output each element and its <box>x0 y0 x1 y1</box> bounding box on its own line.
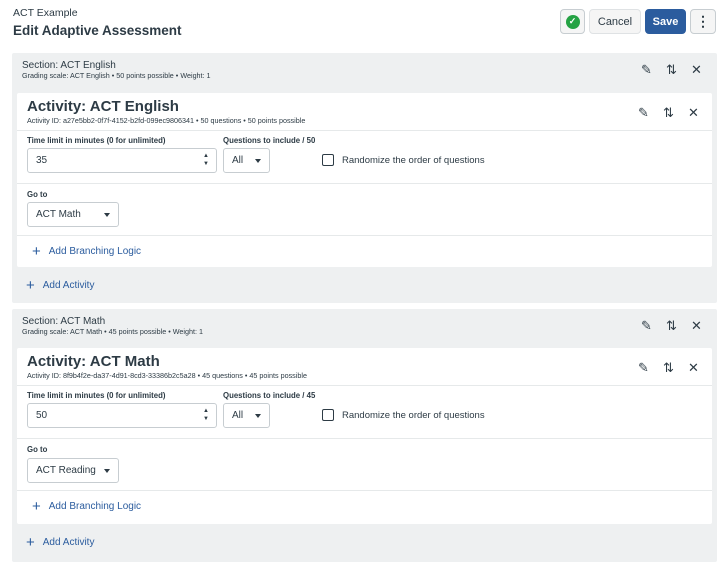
goto-row: Go to ACT Math <box>17 183 712 235</box>
add-branching-logic-button[interactable]: + Add Branching Logic <box>32 497 142 515</box>
add-branching-label: Add Branching Logic <box>48 246 142 257</box>
close-icon[interactable]: ✕ <box>681 105 706 121</box>
time-limit-value: 35 <box>36 155 48 166</box>
check-circle-icon: ✓ <box>565 14 580 29</box>
section-act-math: Section: ACT Math Grading scale: ACT Mat… <box>12 309 717 562</box>
questions-value: All <box>232 410 244 421</box>
goto-label: Go to <box>27 190 48 199</box>
stepper-icon[interactable]: ▲ ▼ <box>203 152 209 168</box>
section-act-english: Section: ACT English Grading scale: ACT … <box>12 53 717 303</box>
header-actions: ✓ Cancel Save ⋮ <box>560 9 716 34</box>
reorder-icon[interactable]: ⇅ <box>659 62 684 78</box>
time-limit-input[interactable]: 50 ▲ ▼ <box>27 403 217 428</box>
plus-icon: + <box>32 242 41 260</box>
more-options-button[interactable]: ⋮ <box>690 9 716 34</box>
pencil-icon[interactable]: ✎ <box>634 318 659 334</box>
activity-actions: ✎ ⇅ ✕ <box>631 360 706 376</box>
status-check-button[interactable]: ✓ <box>560 9 585 34</box>
page-title: Edit Adaptive Assessment <box>13 23 182 38</box>
goto-label: Go to <box>27 445 48 454</box>
branching-row: + Add Branching Logic <box>17 490 712 524</box>
goto-select[interactable]: ACT Reading <box>27 458 119 483</box>
activity-actions: ✎ ⇅ ✕ <box>631 105 706 121</box>
questions-select[interactable]: All <box>223 403 270 428</box>
close-icon[interactable]: ✕ <box>684 318 709 334</box>
checkbox-box[interactable] <box>322 154 334 166</box>
randomize-checkbox[interactable]: Randomize the order of questions <box>322 409 485 421</box>
add-branching-label: Add Branching Logic <box>48 501 142 512</box>
close-icon[interactable]: ✕ <box>681 360 706 376</box>
reorder-icon[interactable]: ⇅ <box>656 105 681 121</box>
section-title: Section: ACT Math <box>22 316 106 327</box>
activity-card: Activity: ACT English Activity ID: a27e5… <box>17 93 712 267</box>
time-limit-label: Time limit in minutes (0 for unlimited) <box>27 391 166 400</box>
pencil-icon[interactable]: ✎ <box>634 62 659 78</box>
checkbox-box[interactable] <box>322 409 334 421</box>
caret-down-icon <box>255 414 261 418</box>
pencil-icon[interactable]: ✎ <box>631 360 656 376</box>
goto-select[interactable]: ACT Math <box>27 202 119 227</box>
activity-title: Activity: ACT Math <box>27 353 160 370</box>
add-activity-label: Add Activity <box>42 280 95 291</box>
save-button[interactable]: Save <box>645 9 686 34</box>
section-actions: ✎ ⇅ ✕ <box>634 62 709 78</box>
stepper-icon[interactable]: ▲ ▼ <box>203 407 209 423</box>
page-header: ACT Example Edit Adaptive Assessment ✓ C… <box>0 0 720 50</box>
time-limit-label: Time limit in minutes (0 for unlimited) <box>27 136 166 145</box>
caret-down-icon <box>104 213 110 217</box>
breadcrumb[interactable]: ACT Example <box>13 7 78 19</box>
questions-label: Questions to include / 50 <box>223 136 316 145</box>
section-actions: ✎ ⇅ ✕ <box>634 318 709 334</box>
activity-meta: Activity ID: a27e5bb2-0f7f-4152-b2fd-099… <box>27 116 306 125</box>
randomize-label: Randomize the order of questions <box>342 154 485 166</box>
activity-meta: Activity ID: 8f9b4f2e-da37-4d91-8cd3-333… <box>27 371 307 380</box>
goto-value: ACT Math <box>36 209 81 220</box>
questions-select[interactable]: All <box>223 148 270 173</box>
add-activity-button[interactable]: + Add Activity <box>26 533 95 551</box>
randomize-checkbox[interactable]: Randomize the order of questions <box>322 154 485 166</box>
questions-label: Questions to include / 45 <box>223 391 316 400</box>
reorder-icon[interactable]: ⇅ <box>656 360 681 376</box>
goto-row: Go to ACT Reading <box>17 438 712 490</box>
add-activity-label: Add Activity <box>42 537 95 548</box>
add-branching-logic-button[interactable]: + Add Branching Logic <box>32 242 142 260</box>
activity-settings-row: Time limit in minutes (0 for unlimited) … <box>17 130 712 183</box>
section-meta: Grading scale: ACT English • 50 points p… <box>22 71 211 80</box>
caret-down-icon <box>255 159 261 163</box>
caret-down-icon <box>104 469 110 473</box>
questions-value: All <box>232 155 244 166</box>
cancel-button[interactable]: Cancel <box>589 9 641 34</box>
plus-icon: + <box>26 533 35 551</box>
plus-icon: + <box>32 497 41 515</box>
time-limit-input[interactable]: 35 ▲ ▼ <box>27 148 217 173</box>
branching-row: + Add Branching Logic <box>17 235 712 269</box>
reorder-icon[interactable]: ⇅ <box>659 318 684 334</box>
plus-icon: + <box>26 276 35 294</box>
add-activity-button[interactable]: + Add Activity <box>26 276 95 294</box>
section-meta: Grading scale: ACT Math • 45 points poss… <box>22 327 203 336</box>
close-icon[interactable]: ✕ <box>684 62 709 78</box>
randomize-label: Randomize the order of questions <box>342 409 485 421</box>
time-limit-value: 50 <box>36 410 48 421</box>
activity-title: Activity: ACT English <box>27 98 179 115</box>
activity-card: Activity: ACT Math Activity ID: 8f9b4f2e… <box>17 348 712 524</box>
pencil-icon[interactable]: ✎ <box>631 105 656 121</box>
goto-value: ACT Reading <box>36 465 96 476</box>
more-vertical-icon: ⋮ <box>696 13 710 29</box>
activity-settings-row: Time limit in minutes (0 for unlimited) … <box>17 385 712 438</box>
section-title: Section: ACT English <box>22 60 116 71</box>
